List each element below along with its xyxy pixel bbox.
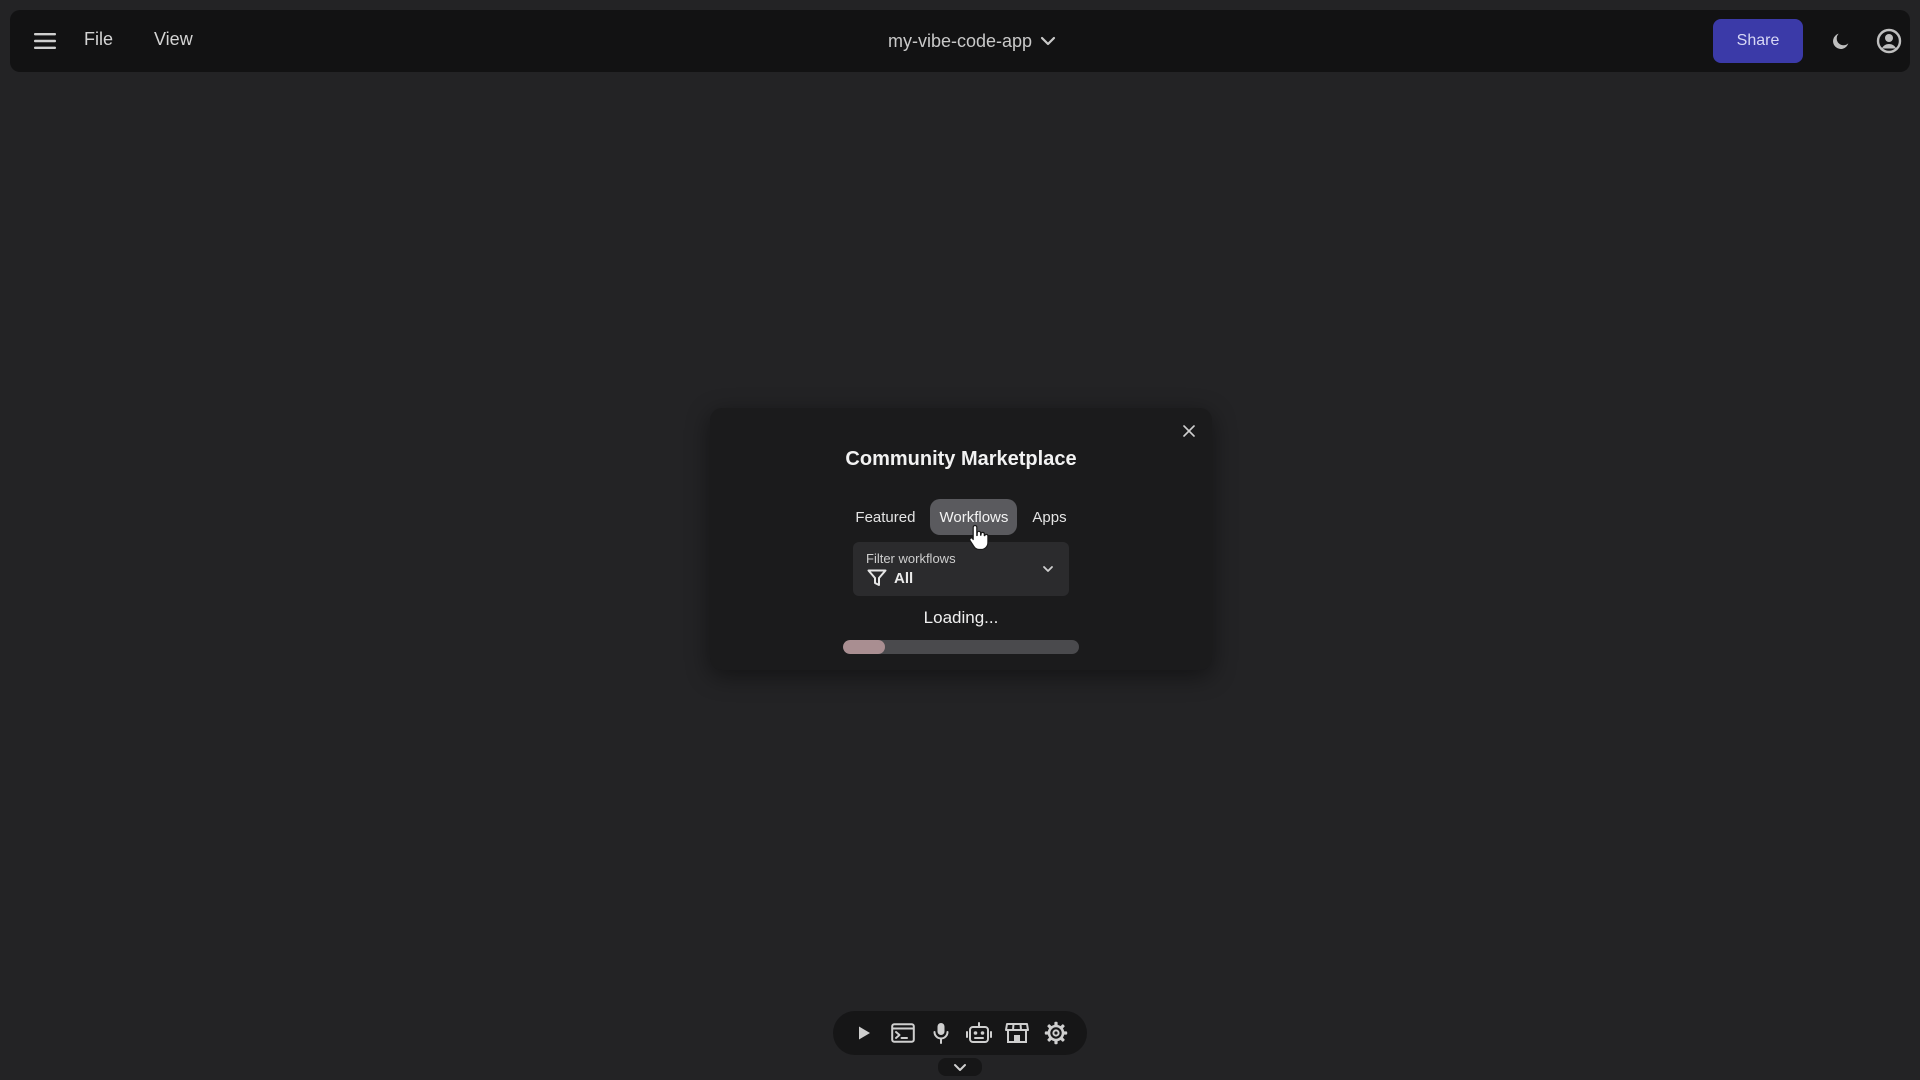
terminal-icon	[890, 1023, 915, 1043]
user-avatar-icon	[1876, 28, 1902, 54]
settings-button[interactable]	[1041, 1018, 1071, 1048]
progress-fill	[843, 640, 886, 654]
chevron-down-icon	[954, 1063, 966, 1071]
marketplace-tabs: Featured Workflows Apps	[710, 499, 1212, 535]
chevron-down-icon	[1040, 36, 1056, 46]
filter-icon	[867, 569, 887, 586]
project-name: my-vibe-code-app	[888, 30, 1033, 51]
collapse-toolbar-button[interactable]	[938, 1058, 982, 1076]
loading-text: Loading...	[923, 608, 999, 627]
moon-icon	[1833, 33, 1849, 49]
run-button[interactable]	[849, 1018, 879, 1048]
ai-assistant-button[interactable]	[964, 1018, 994, 1048]
project-selector[interactable]: my-vibe-code-app	[888, 26, 1056, 56]
top-bar: File View my-vibe-code-app Share	[10, 10, 1910, 72]
terminal-button[interactable]	[888, 1018, 918, 1048]
hamburger-menu-button[interactable]	[28, 24, 62, 58]
filter-workflows-select[interactable]: Filter workflows All	[853, 542, 1069, 596]
close-icon	[1183, 425, 1195, 437]
bottom-toolbar	[833, 1011, 1087, 1055]
voice-input-button[interactable]	[926, 1018, 956, 1048]
robot-icon	[966, 1022, 993, 1043]
filter-value-row: All	[867, 569, 913, 587]
microphone-icon	[933, 1023, 949, 1044]
chevron-down-icon	[1043, 566, 1053, 572]
close-button[interactable]	[1176, 418, 1202, 444]
filter-label: Filter workflows	[866, 551, 956, 566]
tab-featured[interactable]: Featured	[846, 499, 924, 535]
hamburger-icon	[34, 33, 56, 49]
play-icon	[859, 1026, 871, 1040]
dialog-title: Community Marketplace	[845, 448, 1077, 470]
theme-toggle-button[interactable]	[1826, 26, 1856, 56]
account-button[interactable]	[1874, 26, 1904, 56]
community-marketplace-dialog: Community Marketplace Featured Workflows…	[710, 408, 1212, 670]
loading-progress-bar	[843, 640, 1079, 654]
gear-icon	[1044, 1021, 1067, 1045]
marketplace-button[interactable]	[1002, 1018, 1032, 1048]
tab-apps[interactable]: Apps	[1023, 499, 1075, 535]
filter-value: All	[894, 569, 914, 587]
file-menu[interactable]: File	[84, 29, 113, 50]
store-icon	[1005, 1023, 1030, 1043]
hand-pointer-cursor-icon	[969, 524, 989, 550]
view-menu[interactable]: View	[154, 29, 193, 50]
share-button[interactable]: Share	[1713, 19, 1803, 63]
